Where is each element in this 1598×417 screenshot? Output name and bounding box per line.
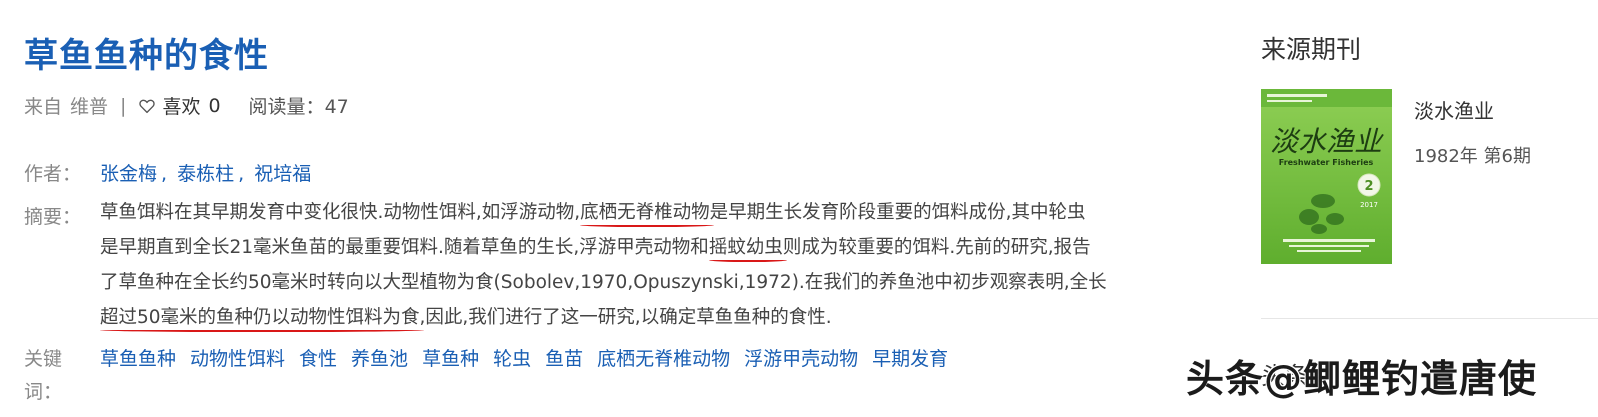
read-value: 47 bbox=[324, 96, 349, 118]
abstract-segment: 了草鱼种在全长约50毫米时转向以大型植物为食(Sobolev,1970,Opus… bbox=[100, 272, 1107, 293]
source-name: 维普 bbox=[70, 96, 109, 118]
highlighted-phrase: 底栖无脊椎动物 bbox=[580, 202, 710, 223]
keyword-link[interactable]: 草鱼鱼种 bbox=[100, 343, 176, 409]
abstract-row: 摘要： 草鱼饵料在其早期发育中变化很快.动物性饵料,如浮游动物,底栖无脊椎动物是… bbox=[24, 202, 1150, 335]
highlighted-phrase: 摇蚊幼虫 bbox=[708, 237, 783, 258]
like-label: 喜欢 bbox=[162, 96, 201, 118]
keywords-label-text: 关键词： bbox=[24, 348, 63, 403]
abstract-segment: ,因此,我们进行了这一研究,以确定草鱼鱼种的食性. bbox=[419, 307, 832, 328]
keyword-link[interactable]: 底栖无脊椎动物 bbox=[597, 343, 730, 409]
keyword-link[interactable]: 浮游甲壳动物 bbox=[744, 343, 858, 409]
abstract-segment: 是早期生长发育阶段重要的饵料成份,其中轮虫 bbox=[709, 202, 1086, 223]
read-count: 阅读量：47 bbox=[249, 92, 349, 119]
source-prefix: 来自 bbox=[24, 96, 63, 118]
like-count: 0 bbox=[208, 94, 221, 117]
abstract-segment: 是早期直到全长21毫米鱼苗的最重要饵料.随着草鱼的生长,浮游甲壳动物和 bbox=[100, 237, 709, 258]
abstract-segment: 草鱼饵料在其早期发育中变化很快.动物性饵料,如浮游动物, bbox=[100, 202, 581, 223]
keyword-link[interactable]: 养鱼池 bbox=[351, 343, 408, 409]
abstract-label: 摘要： bbox=[24, 206, 82, 228]
keywords-list: 草鱼鱼种 动物性饵料 食性 养鱼池 草鱼种 轮虫 鱼苗 底栖无脊椎动物 浮游甲壳… bbox=[100, 343, 962, 409]
highlighted-phrase: 超过50毫米的鱼种仍以动物性饵料为食 bbox=[100, 307, 420, 328]
keywords-label: 关键词： bbox=[24, 343, 100, 409]
abstract-line: 草鱼饵料在其早期发育中变化很快.动物性饵料,如浮游动物,底栖无脊椎动物是早期生长… bbox=[100, 195, 1150, 230]
abstract-line: 超过50毫米的鱼种仍以动物性饵料为食,因此,我们进行了这一研究,以确定草鱼鱼种的… bbox=[100, 300, 1150, 335]
article-meta: 来自 维普 | 喜欢 0 阅读量：47 bbox=[24, 92, 349, 119]
keyword-link[interactable]: 鱼苗 bbox=[545, 343, 583, 409]
keyword-link[interactable]: 动物性饵料 bbox=[190, 343, 285, 409]
journal-cover-image[interactable]: 淡水渔业 Freshwater Fisheries 2 2017 bbox=[1261, 89, 1392, 264]
cover-subtitle: Freshwater Fisheries bbox=[1279, 158, 1374, 167]
watermark: 头条@鲫鲤钓遣唐使 bbox=[1186, 357, 1538, 401]
sidebar-divider bbox=[1261, 318, 1598, 319]
page-title: 草鱼鱼种的食性 bbox=[24, 36, 269, 76]
authors-label: 作者： bbox=[24, 163, 82, 185]
journal-issue: 1982年 第6期 bbox=[1414, 146, 1531, 167]
cover-year: 2017 bbox=[1360, 201, 1378, 209]
journal-name-link[interactable]: 淡水渔业 bbox=[1414, 95, 1494, 124]
heart-icon bbox=[139, 99, 156, 113]
author-link[interactable]: 泰栋柱 bbox=[177, 163, 234, 185]
abstract-text: 草鱼饵料在其早期发育中变化很快.动物性饵料,如浮游动物,底栖无脊椎动物是早期生长… bbox=[100, 195, 1150, 335]
like-button[interactable]: 喜欢 0 bbox=[138, 92, 221, 119]
keywords-row: 关键词： 草鱼鱼种 动物性饵料 食性 养鱼池 草鱼种 轮虫 鱼苗 底栖无脊椎动物… bbox=[24, 343, 962, 409]
abstract-line: 了草鱼种在全长约50毫米时转向以大型植物为食(Sobolev,1970,Opus… bbox=[100, 265, 1150, 300]
meta-separator: | bbox=[120, 94, 127, 117]
source-journal-heading: 来源期刊 bbox=[1261, 35, 1362, 64]
cover-title: 淡水渔业 bbox=[1270, 125, 1384, 158]
keyword-link[interactable]: 早期发育 bbox=[872, 343, 948, 409]
abstract-line: 是早期直到全长21毫米鱼苗的最重要饵料.随着草鱼的生长,浮游甲壳动物和摇蚊幼虫则… bbox=[100, 230, 1150, 265]
cover-issue-badge: 2 bbox=[1364, 179, 1373, 194]
author-link[interactable]: 祝培福 bbox=[254, 163, 311, 185]
abstract-segment: 则成为较重要的饵料.先前的研究,报告 bbox=[782, 237, 1091, 258]
authors-row: 作者： 张金梅, 泰栋柱, 祝培福 bbox=[24, 159, 311, 186]
author-link[interactable]: 张金梅 bbox=[100, 163, 157, 185]
keyword-link[interactable]: 食性 bbox=[299, 343, 337, 409]
keyword-link[interactable]: 轮虫 bbox=[493, 343, 531, 409]
authors-list: 张金梅, 泰栋柱, 祝培福 bbox=[100, 163, 312, 185]
keyword-link[interactable]: 草鱼种 bbox=[422, 343, 479, 409]
read-label: 阅读量： bbox=[248, 96, 325, 118]
